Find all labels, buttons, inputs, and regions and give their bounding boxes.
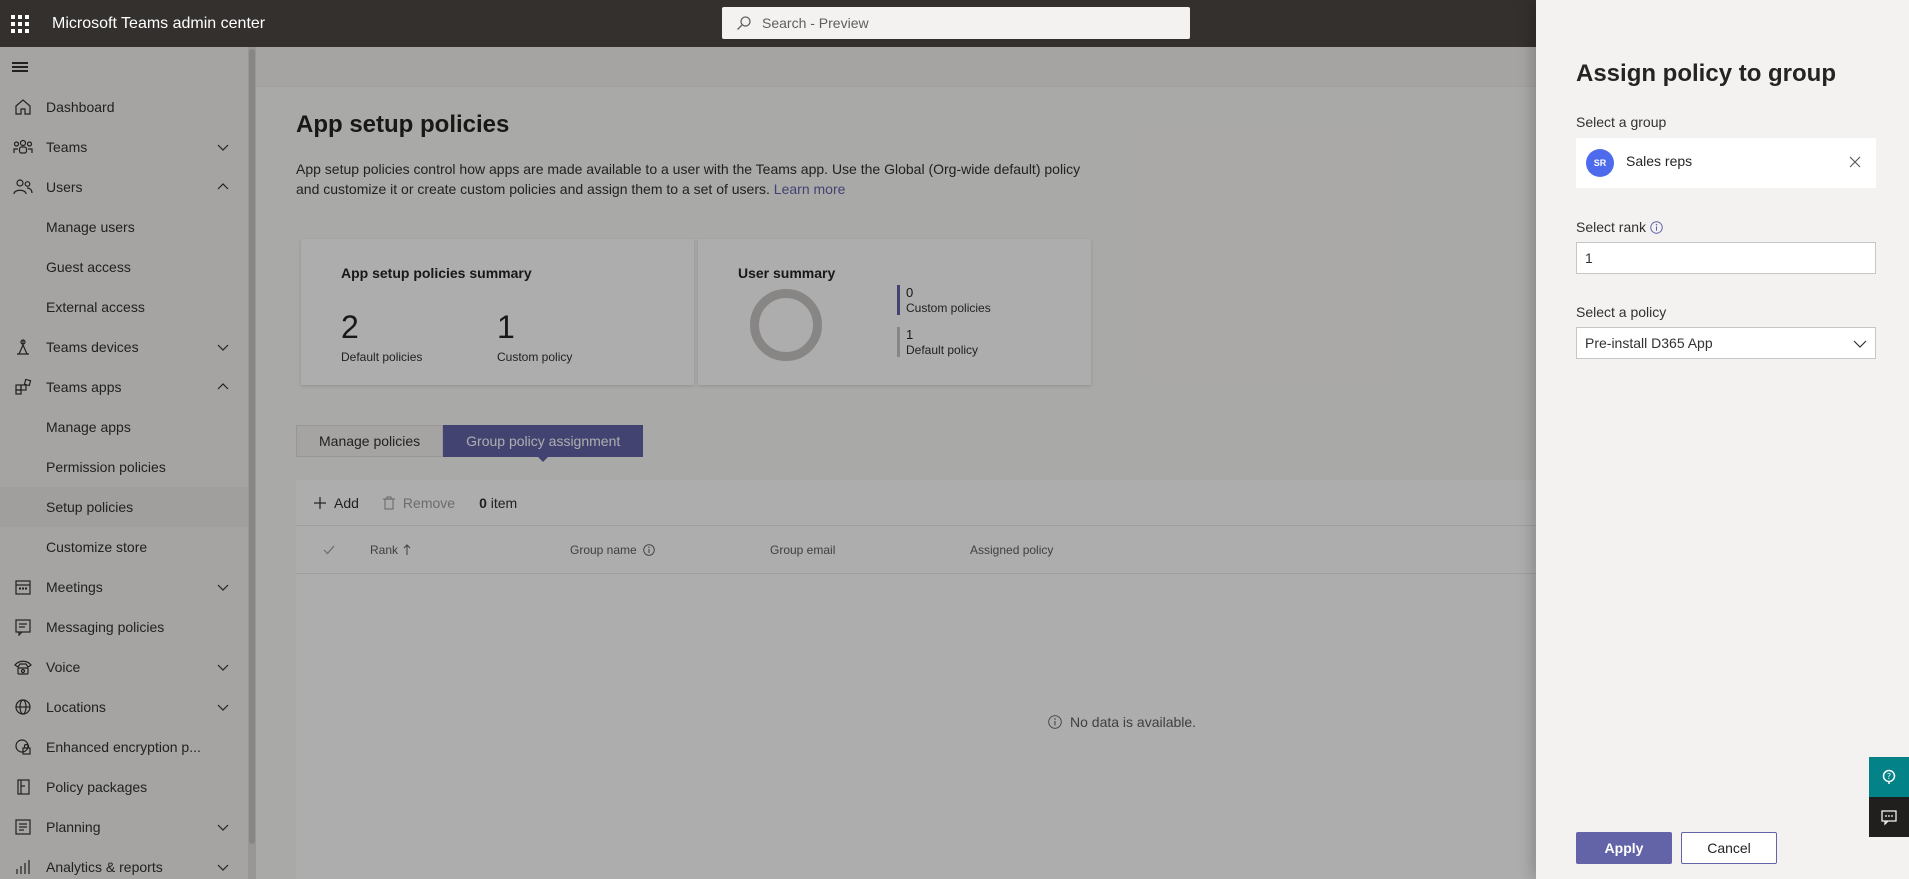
chevron-down-icon bbox=[1853, 340, 1867, 348]
policy-dropdown[interactable]: Pre-install D365 App bbox=[1576, 327, 1876, 359]
search-icon bbox=[737, 16, 751, 30]
apply-button[interactable]: Apply bbox=[1576, 832, 1672, 864]
search-input[interactable]: Search - Preview bbox=[722, 7, 1190, 39]
help-button[interactable]: ? bbox=[1869, 757, 1909, 797]
rank-field-label: Select rank bbox=[1576, 219, 1663, 235]
selected-group: SR Sales reps bbox=[1576, 138, 1876, 188]
panel-title: Assign policy to group bbox=[1576, 60, 1837, 87]
app-launcher-icon[interactable] bbox=[0, 0, 40, 47]
group-field-label: Select a group bbox=[1576, 114, 1667, 130]
search-placeholder: Search - Preview bbox=[762, 15, 869, 31]
assign-policy-panel: Assign policy to group Select a group SR… bbox=[1536, 0, 1909, 879]
svg-text:?: ? bbox=[1887, 772, 1891, 781]
rank-input[interactable]: 1 bbox=[1576, 242, 1876, 274]
modal-overlay[interactable] bbox=[0, 47, 1536, 879]
policy-field-label: Select a policy bbox=[1576, 304, 1667, 320]
chat-icon bbox=[1881, 810, 1897, 826]
group-name: Sales reps bbox=[1626, 153, 1693, 169]
feedback-button[interactable] bbox=[1869, 797, 1909, 837]
avatar: SR bbox=[1586, 149, 1614, 177]
rank-label-text: Select rank bbox=[1576, 219, 1647, 235]
help-headset-icon: ? bbox=[1882, 769, 1896, 784]
cancel-button[interactable]: Cancel bbox=[1681, 832, 1777, 864]
policy-selected-value: Pre-install D365 App bbox=[1585, 335, 1713, 351]
app-title: Microsoft Teams admin center bbox=[52, 14, 266, 32]
info-icon[interactable] bbox=[1650, 220, 1663, 234]
close-icon[interactable] bbox=[1848, 155, 1862, 169]
